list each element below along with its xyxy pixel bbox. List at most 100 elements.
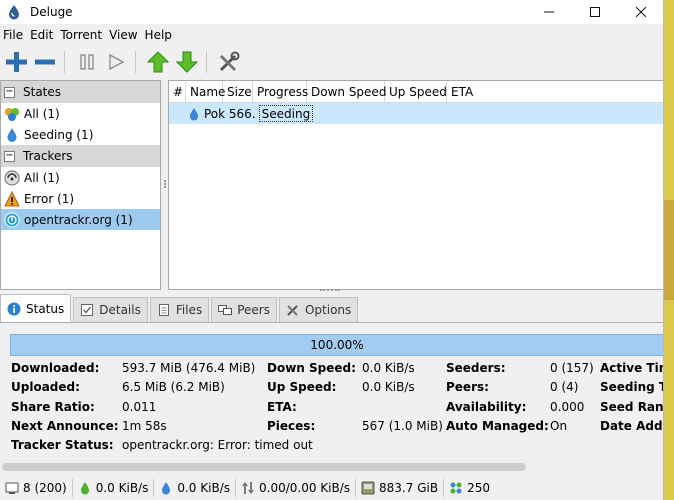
dht-nodes-item[interactable]: 250 (444, 479, 495, 497)
tools-icon (286, 303, 300, 317)
downloaded-value: 593.7 MiB (476.4 MiB) (122, 361, 256, 375)
column-header-size[interactable]: Size (223, 81, 253, 102)
sidebar-header-label: States (23, 85, 62, 99)
background-window-edge (664, 0, 674, 500)
sidebar-item-trackers-error[interactable]: Error (1) (1, 188, 160, 209)
status-bar: 8 (200) 0.0 KiB/s 0.0 KiB/s 0.00/0.00 Ki… (0, 476, 663, 500)
next-announce-value: 1m 58s (122, 419, 167, 433)
column-header-progress[interactable]: Progress (253, 81, 308, 102)
download-speed-item[interactable]: 0.0 KiB/s (73, 479, 155, 497)
menu-edit[interactable]: Edit (27, 28, 57, 42)
torrent-list-header: # Name Size Progress Down Speed Up Speed… (169, 81, 663, 103)
share-ratio-value: 0.011 (122, 400, 157, 414)
seeding-icon (4, 127, 20, 143)
connections-item[interactable]: 8 (200) (0, 479, 73, 497)
tools-icon (219, 51, 240, 72)
up-speed-value: 0.0 KiB/s (362, 380, 415, 394)
plus-icon (6, 52, 27, 72)
upload-speed-icon (159, 481, 173, 495)
protocol-traffic-item[interactable]: 0.00/0.00 KiB/s (236, 479, 357, 497)
pieces-label: Pieces: (267, 419, 316, 433)
tab-details[interactable]: Details (73, 297, 148, 322)
scrollbar-thumb[interactable] (2, 463, 526, 471)
tab-label: Status (26, 301, 65, 316)
maximize-button[interactable] (572, 0, 618, 24)
pane-splitter-horizontal[interactable] (320, 289, 340, 293)
collapse-icon[interactable]: − (4, 86, 15, 98)
eta-label: ETA: (267, 400, 297, 414)
window-title: Deluge (30, 5, 73, 19)
column-header-up-speed[interactable]: Up Speed (385, 81, 447, 102)
sidebar-header-states[interactable]: − States (1, 81, 160, 103)
sidebar-item-trackers-all[interactable]: All (1) (1, 167, 160, 188)
column-header-number[interactable]: # (169, 81, 186, 102)
details-icon (80, 303, 94, 317)
deluge-logo-icon (9, 5, 19, 20)
tab-peers[interactable]: Peers (211, 297, 277, 322)
share-ratio-label: Share Ratio: (11, 400, 95, 414)
tab-label: Peers (237, 303, 270, 317)
warning-icon (4, 190, 20, 207)
tracker-all-icon (4, 170, 20, 186)
menu-help[interactable]: Help (142, 28, 176, 42)
tracker-status-value: opentrackr.org: Error: timed out (122, 438, 313, 452)
upload-speed-item[interactable]: 0.0 KiB/s (154, 479, 236, 497)
resume-button[interactable] (103, 49, 129, 75)
torrent-name: Pok 566. (204, 106, 256, 121)
menu-view[interactable]: View (106, 28, 141, 42)
tracker-status-label: Tracker Status: (11, 438, 114, 452)
tab-status[interactable]: Status (0, 294, 72, 322)
maximize-icon (590, 7, 600, 17)
seeders-value: 0 (157) (550, 361, 594, 375)
seeders-label: Seeders: (446, 361, 506, 375)
table-row[interactable]: Pok 566. Seeding (169, 103, 663, 124)
torrent-list: # Name Size Progress Down Speed Up Speed… (168, 80, 663, 290)
toolbar-separator (64, 51, 65, 73)
seed-rank-label: Seed Rank (600, 400, 664, 414)
arrow-down-icon (176, 51, 198, 73)
tab-files[interactable]: Files (149, 297, 210, 322)
pause-icon (80, 54, 94, 70)
sidebar-header-trackers[interactable]: − Trackers (1, 145, 160, 167)
details-tabs: Status Details Files Peers Options (0, 294, 663, 323)
deluge-window: Deluge File Edit Torrent View Help − Sta… (0, 0, 664, 500)
free-space-value: 883.7 GiB (379, 481, 439, 495)
connections-icon (5, 481, 19, 495)
pause-button[interactable] (74, 49, 100, 75)
uploaded-label: Uploaded: (11, 380, 80, 394)
menu-torrent[interactable]: Torrent (57, 28, 106, 42)
close-button[interactable] (618, 0, 663, 24)
column-header-down-speed[interactable]: Down Speed (307, 81, 386, 102)
protocol-traffic-value: 0.00/0.00 KiB/s (259, 481, 351, 495)
availability-value: 0.000 (550, 400, 585, 414)
progress-text: 100.00% (310, 338, 364, 352)
menu-file[interactable]: File (0, 28, 27, 42)
sidebar-item-trackers-opentrackr[interactable]: opentrackr.org (1) (1, 209, 160, 230)
sidebar-item-label: Error (1) (24, 191, 75, 206)
status-horizontal-scrollbar[interactable] (0, 461, 663, 473)
minimize-button[interactable] (526, 0, 572, 24)
free-space-item[interactable]: 883.7 GiB (356, 479, 445, 497)
status-panel: 100.00% Downloaded: 593.7 MiB (476.4 MiB… (0, 323, 664, 477)
queue-down-button[interactable] (174, 49, 200, 75)
menu-bar: File Edit Torrent View Help (0, 24, 663, 46)
remove-torrent-button[interactable] (32, 49, 58, 75)
arrow-up-icon (147, 51, 169, 73)
sidebar-item-states-all[interactable]: All (1) (1, 103, 160, 124)
play-icon (109, 53, 125, 71)
column-header-eta[interactable]: ETA (447, 81, 487, 102)
column-header-name[interactable]: Name (186, 81, 225, 102)
queue-up-button[interactable] (145, 49, 171, 75)
sidebar-item-states-seeding[interactable]: Seeding (1) (1, 124, 160, 145)
tab-options[interactable]: Options (278, 297, 359, 322)
collapse-icon[interactable]: − (4, 150, 15, 162)
preferences-button[interactable] (216, 49, 242, 75)
availability-label: Availability: (446, 400, 527, 414)
peers-value: 0 (4) (550, 380, 579, 394)
tab-label: Options (304, 303, 352, 317)
downloaded-label: Downloaded: (11, 361, 100, 375)
all-states-icon (4, 106, 20, 122)
info-icon (7, 302, 21, 316)
sidebar-item-label: All (1) (24, 106, 60, 121)
add-torrent-button[interactable] (3, 49, 29, 75)
